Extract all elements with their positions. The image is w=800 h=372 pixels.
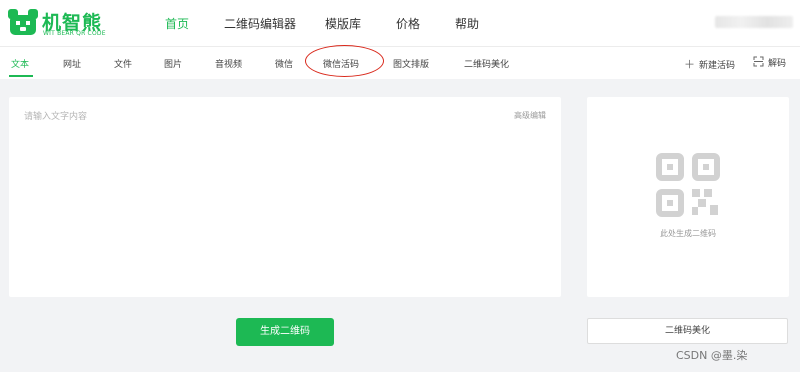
tab-wechat[interactable]: 微信 <box>275 57 293 70</box>
nav-qr-editor[interactable]: 二维码编辑器 <box>224 15 296 32</box>
top-header: 机智熊 WIT BEAR QR CODE 首页 二维码编辑器 模版库 价格 帮助 <box>0 0 800 47</box>
new-live-code-label: 新建活码 <box>699 61 736 71</box>
brand-tagline: WIT BEAR QR CODE <box>43 30 106 37</box>
decode-button[interactable]: 解码 <box>753 56 786 69</box>
csdn-watermark: CSDN @墨.染 <box>676 349 748 362</box>
highlight-circle-annotation <box>305 45 384 77</box>
nav-help[interactable]: 帮助 <box>455 15 479 32</box>
qr-preview-hint: 此处生成二维码 <box>660 229 716 238</box>
decode-label: 解码 <box>768 59 787 69</box>
user-account-blurred[interactable] <box>715 16 793 28</box>
nav-pricing[interactable]: 价格 <box>396 15 420 32</box>
editor-placeholder: 请输入文字内容 <box>24 112 88 122</box>
tab-image[interactable]: 图片 <box>164 57 182 70</box>
tab-qr-beautify[interactable]: 二维码美化 <box>464 57 509 70</box>
qr-placeholder-icon <box>656 153 720 217</box>
generate-qr-button[interactable]: 生成二维码 <box>236 318 334 346</box>
tab-text[interactable]: 文本 <box>11 57 29 70</box>
brand-logo[interactable]: 机智熊 WIT BEAR QR CODE <box>8 6 118 40</box>
qr-preview-panel: 此处生成二维码 <box>587 97 789 297</box>
qr-beautify-button[interactable]: 二维码美化 <box>587 318 788 344</box>
text-editor-area[interactable]: 请输入文字内容 高级编辑 <box>9 97 561 297</box>
plus-icon: ＋ <box>684 58 695 71</box>
tab-url[interactable]: 网址 <box>63 57 81 70</box>
nav-home[interactable]: 首页 <box>165 15 189 32</box>
scan-icon <box>753 56 765 69</box>
nav-templates[interactable]: 模版库 <box>325 15 361 32</box>
advanced-edit-link[interactable]: 高级编辑 <box>514 110 546 121</box>
new-live-code-button[interactable]: ＋ 新建活码 <box>684 56 735 72</box>
bear-logo-icon <box>8 9 38 35</box>
tab-graphic-layout[interactable]: 图文排版 <box>393 57 429 70</box>
tab-file[interactable]: 文件 <box>114 57 132 70</box>
active-tab-indicator <box>9 75 33 77</box>
content-type-tabs: 文本 网址 文件 图片 音视频 微信 微信活码 图文排版 二维码美化 ＋新建活码… <box>0 47 800 79</box>
tab-audio-video[interactable]: 音视频 <box>215 57 242 70</box>
